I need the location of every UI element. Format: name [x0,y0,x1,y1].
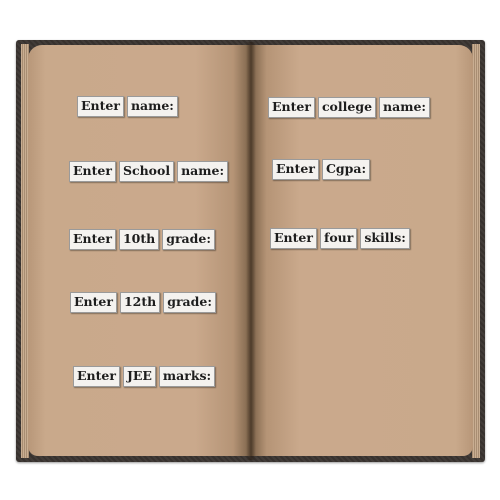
college-name-prompt[interactable]: Enter college name: [268,97,431,118]
prompt-word: Enter [73,366,120,387]
12th-grade-prompt[interactable]: Enter 12th grade: [70,292,216,313]
prompt-word: name: [379,97,431,118]
book-spine [246,42,256,460]
jee-marks-prompt[interactable]: Enter JEE marks: [73,366,216,387]
prompt-word: 10th [118,229,160,250]
prompt-word: name: [126,96,178,117]
prompt-word: JEE [122,366,156,387]
prompt-word: Enter [69,161,116,182]
name-prompt[interactable]: Enter name: [77,96,178,117]
right-page-edges [472,44,480,458]
school-name-prompt[interactable]: Enter School name: [69,161,229,182]
prompt-word: Enter [272,159,319,180]
prompt-word: Cgpa: [321,159,371,180]
prompt-word: 12th [119,292,161,313]
prompt-word: Enter [270,228,317,249]
cgpa-prompt[interactable]: Enter Cgpa: [272,159,371,180]
prompt-word: name: [177,161,229,182]
prompt-word: marks: [158,366,216,387]
prompt-word: Enter [268,97,315,118]
prompt-word: School [118,161,175,182]
prompt-word: Enter [77,96,124,117]
prompt-word: college [317,97,377,118]
prompt-word: Enter [70,292,117,313]
prompt-word: Enter [69,229,116,250]
prompt-word: four [319,228,358,249]
10th-grade-prompt[interactable]: Enter 10th grade: [69,229,215,250]
four-skills-prompt[interactable]: Enter four skills: [270,228,410,249]
prompt-word: grade: [163,292,216,313]
prompt-word: grade: [162,229,215,250]
prompt-word: skills: [360,228,410,249]
